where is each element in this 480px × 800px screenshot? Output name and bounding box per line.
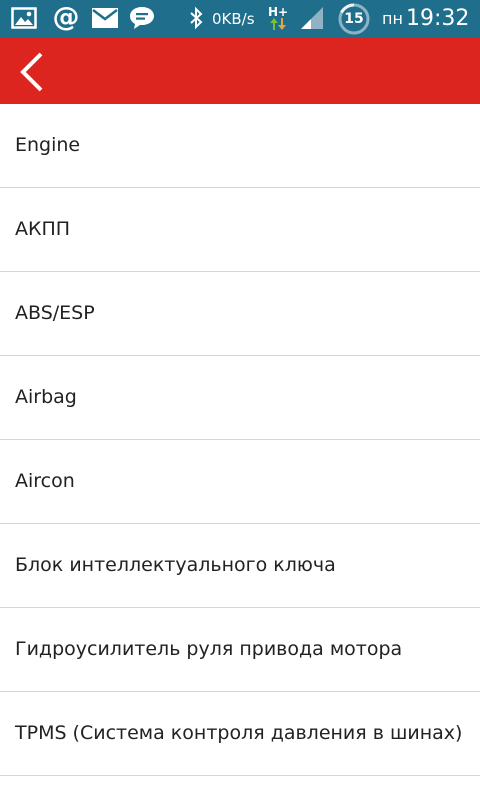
list-item[interactable]: Гидроусилитель руля привода мотора [0,608,480,692]
status-time: 19:32 [406,6,470,31]
status-day: пн [382,9,403,28]
list-item[interactable]: АКПП [0,188,480,272]
list-item-label: АКПП [15,218,71,240]
list-item-label: Airbag [15,386,77,408]
list-item-label: Engine [15,134,81,156]
list-item-label: ABS/ESP [15,302,95,324]
list-item[interactable]: Aircon [0,440,480,524]
app-toolbar [0,38,480,104]
gallery-icon [10,5,38,31]
list-item-label: Блок интеллектуального ключа [15,554,336,576]
list-item[interactable]: ABS/ESP [0,272,480,356]
battery-icon: 15 [336,2,372,36]
email-at-icon: @ [52,2,80,33]
system-list: Engine АКПП ABS/ESP Airbag Aircon Блок и… [0,104,480,776]
list-item-label: Гидроусилитель руля привода мотора [15,638,403,660]
list-item-label: Aircon [15,470,75,492]
list-item[interactable]: Engine [0,104,480,188]
battery-level: 15 [344,11,364,27]
message-icon [128,5,156,31]
list-item[interactable]: Блок интеллектуального ключа [0,524,480,608]
status-bar: @ 0KB/s H+ 15 пн 19:32 [0,0,480,38]
back-button[interactable] [4,44,60,100]
mobile-data-icon: H+ [266,5,290,31]
network-type: H+ [267,5,289,19]
list-item[interactable]: Airbag [0,356,480,440]
chevron-left-icon [20,52,43,92]
envelope-icon [91,5,119,31]
bluetooth-icon [186,5,206,31]
network-speed: 0KB/s [212,10,255,28]
signal-icon [298,5,326,31]
list-item-label: TPMS (Система контроля давления в шинах) [15,722,463,744]
list-item[interactable]: TPMS (Система контроля давления в шинах) [0,692,480,776]
